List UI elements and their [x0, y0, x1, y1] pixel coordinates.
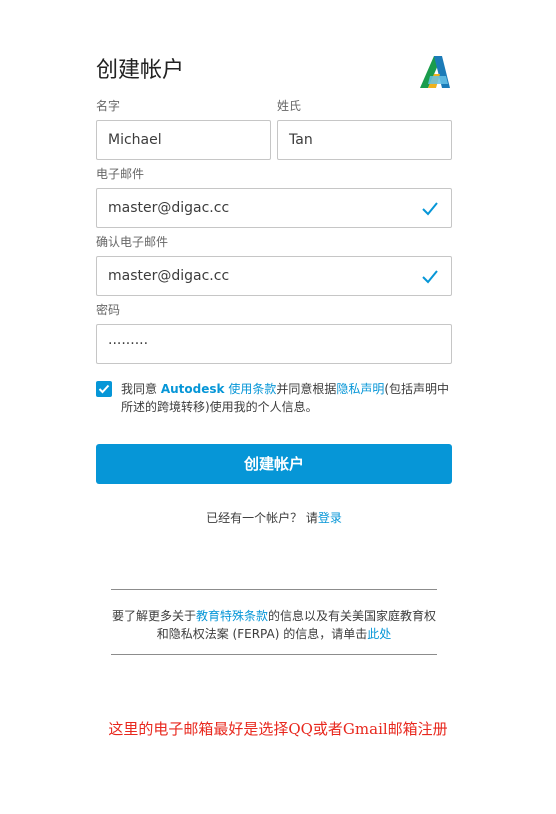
signin-prefix: 已经有一个帐户？ 请: [206, 511, 318, 525]
signin-row: 已经有一个帐户？ 请登录: [96, 510, 452, 526]
signin-link[interactable]: 登录: [318, 511, 342, 525]
last-name-label: 姓氏: [277, 99, 302, 113]
education-terms-link[interactable]: 教育特殊条款: [196, 609, 268, 623]
password-value: ·········: [108, 336, 149, 352]
education-info: 要了解更多关于教育特殊条款的信息以及有关美国家庭教育权和隐私权法案 (FERPA…: [111, 607, 437, 643]
click-here-link[interactable]: 此处: [367, 627, 391, 641]
password-field[interactable]: ·········: [96, 324, 452, 364]
confirm-email-field[interactable]: master@digac.cc: [96, 256, 452, 296]
last-name-value: Tan: [289, 132, 313, 148]
first-name-label: 名字: [96, 99, 121, 113]
consent-checkbox[interactable]: [96, 381, 112, 397]
email-value: master@digac.cc: [108, 200, 230, 216]
check-icon: [422, 202, 438, 216]
header: 创建帐户: [96, 54, 452, 90]
divider-top: [111, 589, 437, 590]
consent-part2: 并同意根据: [276, 382, 337, 396]
first-name-value: Michael: [108, 132, 162, 148]
checkbox-checked-icon: [98, 384, 110, 394]
confirm-email-value: master@digac.cc: [108, 268, 230, 284]
email-label: 电子邮件: [96, 167, 145, 181]
privacy-statement-link[interactable]: 隐私声明: [336, 382, 384, 396]
create-account-button[interactable]: 创建帐户: [96, 444, 452, 484]
first-name-field[interactable]: Michael: [96, 120, 271, 160]
confirm-email-label: 确认电子邮件: [96, 235, 169, 249]
annotation-note: 这里的电子邮箱最好是选择QQ或者Gmail邮箱注册: [108, 720, 448, 738]
autodesk-text: Autodesk: [160, 382, 225, 396]
edu-part1: 要了解更多关于: [111, 609, 196, 623]
consent-part1: 我同意: [121, 382, 161, 396]
divider-bottom: [111, 654, 437, 655]
email-field[interactable]: master@digac.cc: [96, 188, 452, 228]
terms-of-use-link[interactable]: 使用条款: [225, 382, 276, 396]
autodesk-logo: [420, 56, 450, 88]
consent-text: 我同意 Autodesk 使用条款并同意根据隐私声明(包括声明中所述的跨境转移)…: [121, 380, 452, 416]
check-icon: [422, 270, 438, 284]
last-name-field[interactable]: Tan: [277, 120, 452, 160]
page-title: 创建帐户: [96, 58, 185, 83]
password-label: 密码: [96, 303, 121, 317]
